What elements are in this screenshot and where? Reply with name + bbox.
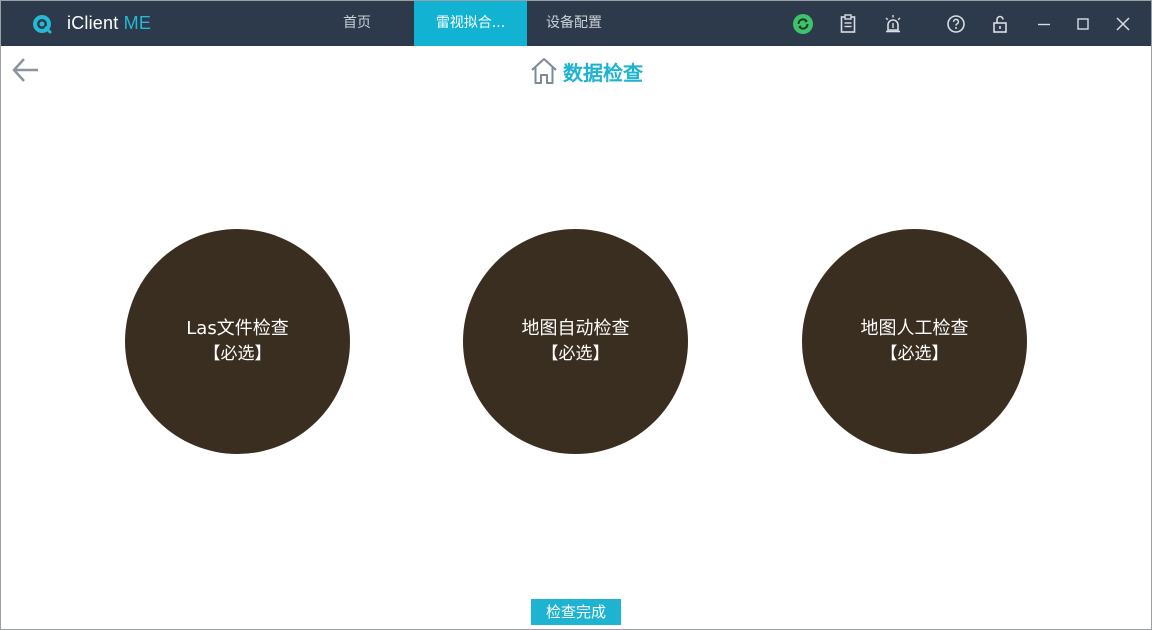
check-label: 地图自动检查	[521, 317, 630, 339]
home-icon[interactable]	[529, 56, 559, 86]
check-required-tag: 【必选】	[541, 343, 610, 364]
check-required-tag: 【必选】	[203, 343, 272, 364]
map-auto-check-button[interactable]: 地图自动检查 【必选】	[463, 229, 688, 454]
app-name-accent: ME	[123, 13, 152, 33]
lock-icon[interactable]	[989, 13, 1011, 35]
las-file-check-button[interactable]: Las文件检查 【必选】	[125, 229, 350, 454]
app-name-main: iClient	[67, 13, 119, 33]
sync-icon[interactable]	[792, 13, 814, 35]
page-title-text: 数据检查	[563, 60, 643, 85]
check-label: 地图人工检查	[860, 317, 969, 339]
main-content: 数据检查 Las文件检查 【必选】 地图自动检查 【必选】 地图人工检查 【必选…	[1, 46, 1151, 629]
minimize-icon[interactable]	[1033, 13, 1055, 35]
close-icon[interactable]	[1112, 13, 1134, 35]
tab-home[interactable]: 首页	[321, 1, 393, 46]
clipboard-icon[interactable]	[837, 13, 859, 35]
title-bar: iClient ME 首页 雷视拟合... 设备配置	[1, 1, 1151, 46]
app-logo-icon	[33, 15, 52, 34]
app-window: iClient ME 首页 雷视拟合... 设备配置 数据检查 Las文件检查 …	[0, 0, 1152, 630]
tab-device-config[interactable]: 设备配置	[531, 1, 617, 46]
map-manual-check-button[interactable]: 地图人工检查 【必选】	[802, 229, 1027, 454]
page-title: 数据检查	[529, 56, 643, 86]
check-complete-button[interactable]: 检查完成	[531, 599, 621, 625]
check-label: Las文件检查	[186, 317, 289, 339]
maximize-icon[interactable]	[1072, 13, 1094, 35]
back-arrow-icon[interactable]	[11, 56, 41, 84]
help-icon[interactable]	[945, 13, 967, 35]
check-required-tag: 【必选】	[880, 343, 949, 364]
alarm-icon[interactable]	[882, 13, 904, 35]
app-name: iClient ME	[67, 13, 151, 34]
tab-radar-fitting[interactable]: 雷视拟合...	[414, 1, 527, 46]
